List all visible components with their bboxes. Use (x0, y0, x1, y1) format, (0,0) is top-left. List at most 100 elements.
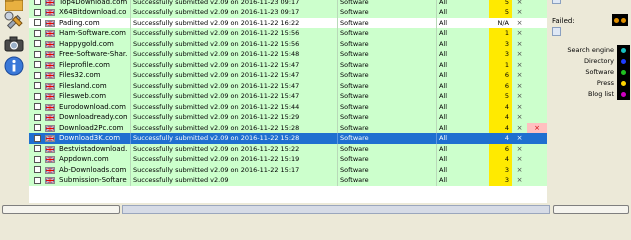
table-row[interactable]: Filesweb.com Successfully submitted v2.09… (29, 91, 547, 102)
bottom-left-button[interactable] (2, 205, 120, 214)
remove-mark[interactable]: × (512, 175, 527, 186)
remove-mark[interactable]: × (512, 70, 527, 81)
remove-mark[interactable]: × (512, 0, 527, 7)
table-row[interactable]: Ham-Software.com Successfully submitted v… (29, 28, 547, 39)
submission-status: Successfully submitted v2.09 on 2016-11-… (130, 91, 338, 102)
remove-mark[interactable]: × (512, 60, 527, 71)
count-value: 4 (489, 154, 512, 165)
table-row[interactable]: Pading.com Successfully submitted v2.09 o… (29, 17, 547, 29)
remove-mark[interactable]: × (512, 28, 527, 39)
row-checkbox[interactable] (34, 71, 41, 79)
category: Software (337, 143, 439, 154)
remove-mark[interactable]: × (512, 165, 527, 176)
error-mark[interactable] (527, 102, 547, 113)
error-mark[interactable] (527, 91, 547, 102)
table-row[interactable]: Appdown.com Successfully submitted v2.09 … (29, 154, 547, 165)
error-mark[interactable] (527, 28, 547, 39)
row-checkbox[interactable] (34, 145, 41, 152)
legend-swatch (617, 56, 630, 67)
site-name: Ab-Downloads.com (59, 165, 127, 174)
submission-status: Successfully submitted v2.09 on 2016-11-… (130, 133, 338, 144)
row-checkbox[interactable] (34, 92, 41, 100)
remove-mark[interactable]: × (512, 81, 527, 92)
error-mark[interactable] (527, 70, 547, 81)
error-mark[interactable] (527, 7, 547, 18)
row-checkbox[interactable] (34, 166, 41, 173)
error-mark[interactable] (527, 154, 547, 165)
error-mark[interactable] (527, 0, 547, 7)
failed-dot-icon (621, 17, 626, 23)
table-row[interactable]: Downloadready.com Successfully submitted … (29, 112, 547, 123)
table-row[interactable]: Submission-Softare... Successfully submit… (29, 175, 547, 186)
table-row[interactable]: Ab-Downloads.com Successfully submitted v… (29, 164, 547, 176)
remove-mark[interactable]: × (512, 39, 527, 50)
remove-mark[interactable]: × (512, 112, 527, 123)
remove-mark[interactable]: × (512, 133, 527, 144)
remove-mark[interactable]: × (512, 91, 527, 102)
row-checkbox[interactable] (34, 134, 41, 142)
row-checkbox[interactable] (34, 103, 41, 110)
error-mark[interactable] (527, 81, 547, 92)
table-row[interactable]: Eurodownload.com Successfully submitted v… (29, 101, 547, 113)
scope: All (436, 0, 492, 7)
category: Software (337, 133, 439, 144)
row-checkbox[interactable] (34, 124, 41, 131)
camera-icon[interactable] (3, 33, 24, 54)
bottom-right-button[interactable] (553, 205, 629, 214)
error-mark[interactable] (527, 49, 547, 60)
table-row[interactable]: Top4Download.com Successfully submitted v… (29, 0, 547, 7)
scope: All (436, 133, 492, 144)
table-row[interactable]: Download2Pc.com Successfully submitted v2… (29, 122, 547, 134)
error-mark[interactable] (527, 175, 547, 186)
count-value: 4 (504, 134, 509, 143)
legend-label: Blog list (588, 90, 614, 98)
remove-mark[interactable]: × (512, 144, 527, 155)
scope: All (436, 154, 492, 165)
error-mark[interactable] (527, 18, 547, 29)
row-checkbox[interactable] (34, 0, 41, 5)
error-mark[interactable] (527, 112, 547, 123)
row-checkbox[interactable] (34, 61, 41, 68)
site-name: Submission-Softare... (59, 176, 127, 185)
uk-flag-icon (45, 114, 55, 121)
error-mark[interactable] (527, 144, 547, 155)
submission-status: Successfully submitted v2.09 on 2016-11-… (130, 101, 338, 112)
table-row[interactable]: Filesland.com Successfully submitted v2.0… (29, 80, 547, 92)
error-mark[interactable] (527, 60, 547, 71)
error-mark[interactable]: × (527, 122, 547, 133)
table-row[interactable]: Free-Software-Shar... Successfully submit… (29, 49, 547, 60)
remove-mark[interactable]: × (512, 18, 527, 29)
row-checkbox[interactable] (34, 40, 41, 47)
tools-icon[interactable] (3, 10, 24, 31)
table-row[interactable]: Files32.com Successfully submitted v2.09 … (29, 70, 547, 81)
remove-mark[interactable]: × (512, 49, 527, 60)
remove-mark[interactable]: × (512, 7, 527, 18)
site-name: Download3K.com (59, 134, 121, 143)
scope: All (436, 17, 492, 28)
row-checkbox[interactable] (34, 50, 41, 58)
row-checkbox[interactable] (34, 8, 41, 16)
site-name: Pading.com (59, 18, 100, 27)
remove-mark[interactable]: × (512, 102, 527, 113)
row-checkbox[interactable] (34, 155, 41, 163)
uk-flag-icon (45, 51, 55, 58)
error-mark[interactable] (527, 165, 547, 176)
error-mark[interactable] (527, 39, 547, 50)
table-row[interactable]: X64Bitdownload.com Successfully submitted… (29, 7, 547, 18)
submission-status: Successfully submitted v2.09 on 2016-11-… (130, 154, 338, 165)
row-checkbox[interactable] (34, 113, 41, 121)
info-icon[interactable] (3, 55, 24, 76)
error-mark[interactable] (527, 133, 547, 144)
table-row[interactable]: Bestvistadownload... Successfully submitt… (29, 143, 547, 155)
category: Software (337, 154, 439, 165)
remove-mark[interactable]: × (512, 154, 527, 165)
table-row[interactable]: Happygold.com Successfully submitted v2.0… (29, 38, 547, 50)
table-row[interactable]: Fileprofile.com Successfully submitted v2… (29, 59, 547, 71)
table-row[interactable]: Download3K.com Successfully submitted v2.… (29, 133, 547, 144)
row-checkbox[interactable] (34, 176, 41, 184)
row-checkbox[interactable] (34, 82, 41, 89)
row-checkbox[interactable] (34, 19, 41, 26)
row-checkbox[interactable] (34, 29, 41, 37)
remove-mark[interactable]: × (512, 123, 527, 134)
bottom-bar (0, 204, 631, 214)
